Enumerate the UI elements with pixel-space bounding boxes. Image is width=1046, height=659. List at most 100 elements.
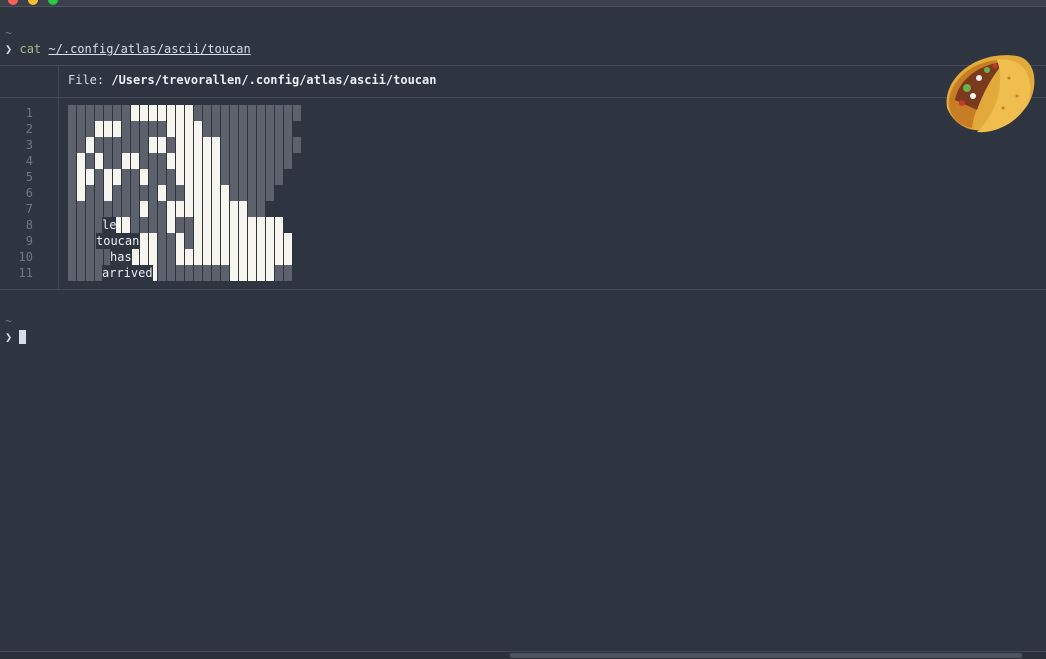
terminal-cursor[interactable] <box>19 330 26 344</box>
header-gutter-divider <box>58 65 59 97</box>
ascii-block <box>167 169 175 185</box>
ascii-block <box>275 153 283 169</box>
file-header-path: /Users/trevorallen/.config/atlas/ascii/t… <box>111 73 437 87</box>
ascii-block <box>284 121 292 137</box>
command-path-link[interactable]: ~/.config/atlas/ascii/toucan <box>48 42 250 56</box>
ascii-block <box>239 137 247 153</box>
ascii-block <box>212 169 220 185</box>
ascii-block <box>104 201 112 217</box>
art-text-arrived: arrived <box>102 265 153 281</box>
ascii-block <box>203 265 211 281</box>
ascii-block <box>275 121 283 137</box>
ascii-block <box>257 265 265 281</box>
ascii-block <box>284 137 292 153</box>
ascii-block <box>86 265 94 281</box>
ascii-block <box>140 217 148 233</box>
ascii-block <box>113 185 121 201</box>
line-number: 9 <box>25 234 33 248</box>
ascii-block <box>221 217 229 233</box>
ascii-block <box>257 249 265 265</box>
close-window-button[interactable] <box>8 0 18 5</box>
ascii-block <box>122 137 130 153</box>
zoom-window-button[interactable] <box>48 0 58 5</box>
ascii-block <box>158 217 166 233</box>
ascii-block <box>158 153 166 169</box>
ascii-block <box>212 201 220 217</box>
ascii-block <box>86 201 94 217</box>
ascii-block <box>158 265 166 281</box>
line-number: 7 <box>25 202 33 216</box>
ascii-block <box>104 169 112 185</box>
ascii-block <box>167 105 175 121</box>
ascii-block <box>230 265 238 281</box>
ascii-block <box>230 153 238 169</box>
ascii-block <box>212 105 220 121</box>
ascii-block <box>122 121 130 137</box>
ascii-block <box>230 137 238 153</box>
ascii-block <box>122 105 130 121</box>
ascii-block <box>149 217 157 233</box>
ascii-block <box>104 105 112 121</box>
ascii-block <box>293 137 301 153</box>
ascii-block <box>194 217 202 233</box>
ascii-block <box>122 185 130 201</box>
ascii-block <box>266 233 274 249</box>
line-number: 4 <box>25 154 33 168</box>
ascii-block <box>167 121 175 137</box>
ascii-block <box>167 185 175 201</box>
ascii-block <box>266 265 274 281</box>
ascii-block <box>131 185 139 201</box>
ascii-block <box>158 185 166 201</box>
ascii-block <box>248 121 256 137</box>
prompt-symbol-2: ❯ <box>5 330 13 344</box>
line-number: 6 <box>25 186 33 200</box>
window-titlebar[interactable] <box>0 0 1046 7</box>
ascii-block <box>176 201 184 217</box>
ascii-block <box>185 137 193 153</box>
ascii-block <box>266 217 274 233</box>
ascii-block <box>176 185 184 201</box>
ascii-block <box>131 201 139 217</box>
ascii-block <box>77 169 85 185</box>
ascii-block <box>284 233 292 249</box>
ascii-block <box>149 169 157 185</box>
ascii-block <box>86 249 94 265</box>
ascii-block <box>257 201 265 217</box>
ascii-block <box>212 233 220 249</box>
ascii-block <box>284 265 292 281</box>
ascii-block <box>257 185 265 201</box>
ascii-block <box>185 105 193 121</box>
ascii-block <box>140 185 148 201</box>
ascii-block <box>86 153 94 169</box>
ascii-block <box>140 105 148 121</box>
ascii-block <box>140 169 148 185</box>
tilde-line: ~ <box>5 26 13 40</box>
ascii-block <box>113 137 121 153</box>
ascii-block <box>203 121 211 137</box>
ascii-block <box>203 185 211 201</box>
ascii-block <box>293 105 301 121</box>
ascii-block <box>131 153 139 169</box>
scrollbar-thumb[interactable] <box>510 653 1022 658</box>
ascii-block <box>77 249 85 265</box>
ascii-block <box>158 169 166 185</box>
ascii-block <box>266 153 274 169</box>
art-text-le: le <box>102 217 117 233</box>
ascii-block <box>167 201 175 217</box>
ascii-block <box>68 249 76 265</box>
minimize-window-button[interactable] <box>28 0 38 5</box>
ascii-block <box>104 153 112 169</box>
line-number: 10 <box>18 250 33 264</box>
ascii-block <box>95 105 103 121</box>
ascii-block <box>257 153 265 169</box>
ascii-block <box>95 201 103 217</box>
ascii-block <box>221 153 229 169</box>
ascii-block <box>266 169 274 185</box>
ascii-block <box>86 105 94 121</box>
ascii-block <box>185 265 193 281</box>
ascii-block <box>275 137 283 153</box>
ascii-block <box>239 121 247 137</box>
ascii-block <box>77 201 85 217</box>
file-header-label: File: <box>68 73 105 87</box>
ascii-block <box>257 121 265 137</box>
